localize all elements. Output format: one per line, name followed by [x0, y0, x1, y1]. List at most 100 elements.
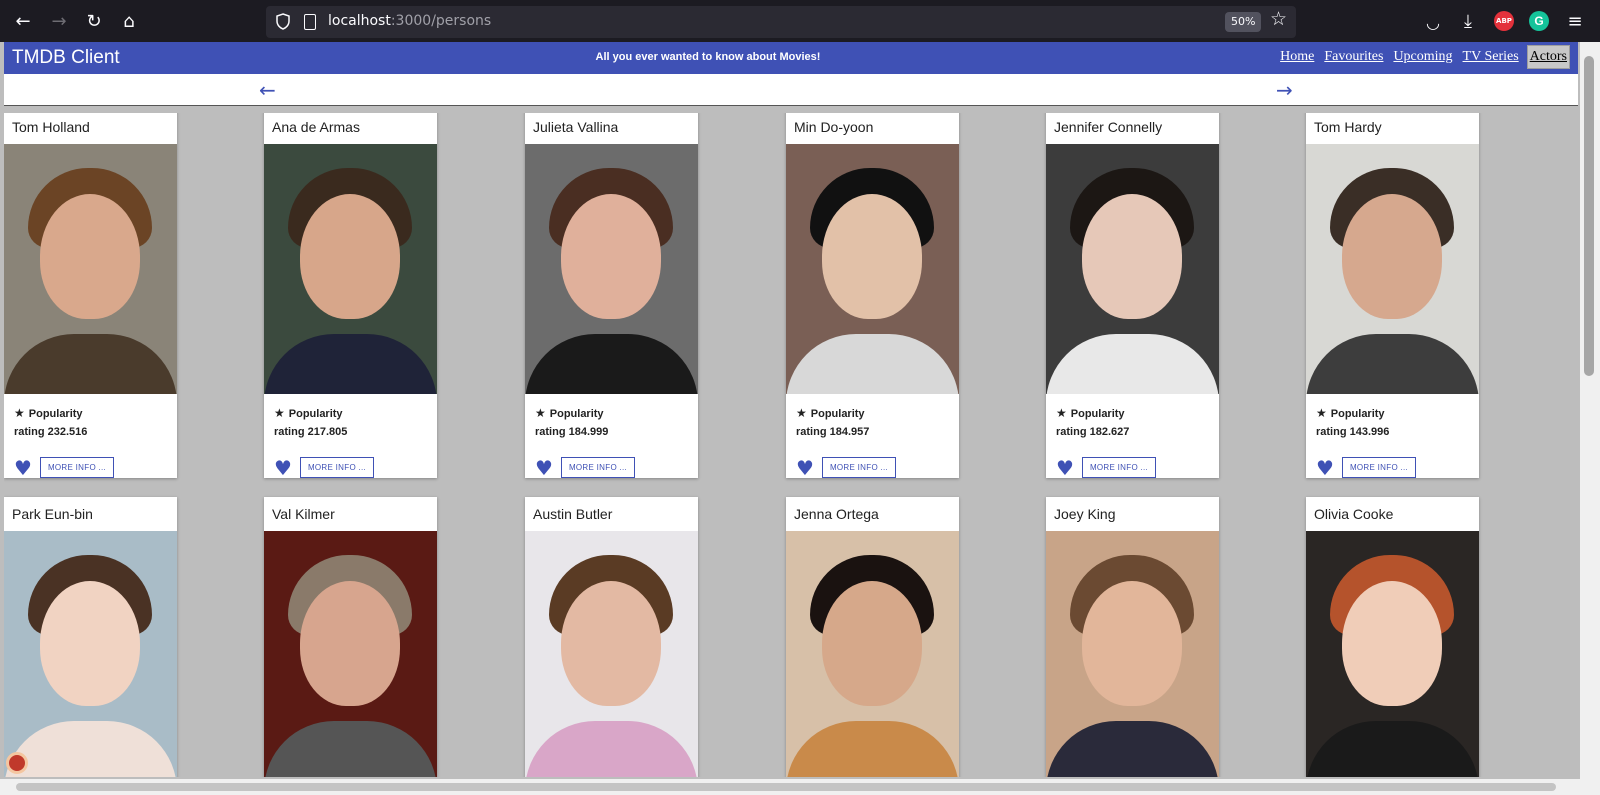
- photo-body: [525, 334, 698, 394]
- scroll-thumb[interactable]: [1584, 56, 1594, 376]
- rating-value: rating 182.627: [1056, 426, 1130, 438]
- more-info-button[interactable]: MORE INFO ...: [1341, 457, 1417, 478]
- star-icon: ★: [1056, 406, 1067, 420]
- photo-face: [822, 194, 922, 319]
- bookmark-star-icon[interactable]: ☆: [1270, 8, 1287, 30]
- star-icon: ★: [1316, 406, 1327, 420]
- react-devtools-icon[interactable]: [6, 752, 28, 774]
- actor-name: Tom Holland: [12, 119, 90, 135]
- actor-card: Jenna Ortega: [786, 497, 959, 777]
- more-info-button[interactable]: MORE INFO ...: [39, 457, 115, 478]
- photo-face: [300, 194, 400, 319]
- nav-tv-series[interactable]: TV Series: [1461, 46, 1521, 68]
- shield-icon[interactable]: [276, 13, 290, 30]
- actor-photo: [525, 531, 698, 777]
- reload-icon[interactable]: ↻: [81, 8, 107, 34]
- actor-card: Park Eun-bin: [4, 497, 177, 777]
- forward-icon[interactable]: →: [46, 8, 72, 34]
- photo-face: [40, 581, 140, 706]
- photo-body: [1306, 334, 1479, 394]
- photo-face: [300, 581, 400, 706]
- actor-name: Austin Butler: [533, 506, 613, 522]
- rating-value: rating 184.999: [535, 426, 609, 438]
- back-icon[interactable]: ←: [10, 8, 36, 34]
- actor-photo: [786, 531, 959, 777]
- nav-actors[interactable]: Actors: [1526, 45, 1570, 69]
- zoom-level[interactable]: 50%: [1225, 12, 1262, 32]
- horizontal-scrollbar[interactable]: [0, 779, 1600, 795]
- heart-icon[interactable]: ♥: [1316, 458, 1334, 478]
- more-info-button[interactable]: MORE INFO ...: [299, 457, 375, 478]
- actor-photo: [786, 144, 959, 394]
- page-icon: [304, 14, 316, 30]
- popularity-label: Popularity: [1070, 408, 1125, 420]
- actor-name: Jennifer Connelly: [1054, 119, 1163, 135]
- actor-stats: ★ Popularity rating 232.516: [4, 394, 177, 445]
- actor-stats: ★ Popularity rating 217.805: [264, 394, 437, 445]
- photo-body: [1306, 721, 1479, 777]
- photo-body: [264, 721, 437, 777]
- photo-face: [561, 581, 661, 706]
- actor-photo: [1046, 144, 1219, 394]
- app-header: TMDB Client All you ever wanted to know …: [4, 42, 1578, 74]
- actor-name: Park Eun-bin: [12, 506, 93, 522]
- card-actions: ♥ MORE INFO ...: [525, 445, 698, 486]
- next-page-arrow-icon[interactable]: →: [1276, 78, 1293, 102]
- actor-card: Austin Butler: [525, 497, 698, 777]
- heart-icon[interactable]: ♥: [535, 458, 553, 478]
- nav-favourites[interactable]: Favourites: [1322, 46, 1385, 68]
- actor-card: Ana de Armas ★ Popularity rating 217.805 ♥ MO…: [264, 113, 437, 478]
- actor-name: Ana de Armas: [272, 119, 360, 135]
- star-icon: ★: [14, 406, 25, 420]
- scroll-thumb-horizontal[interactable]: [16, 783, 1556, 791]
- photo-body: [786, 334, 959, 394]
- actor-name: Olivia Cooke: [1314, 506, 1394, 522]
- photo-body: [786, 721, 959, 777]
- download-icon[interactable]: ⤓: [1455, 8, 1481, 34]
- actor-name: Julieta Vallina: [533, 119, 619, 135]
- actors-grid: Tom Holland ★ Popularity rating 232.516 ♥ MOR…: [4, 113, 1578, 777]
- photo-body: [4, 334, 177, 394]
- photo-face: [40, 194, 140, 319]
- actor-stats: ★ Popularity rating 184.999: [525, 394, 698, 445]
- photo-body: [264, 334, 437, 394]
- actor-stats: ★ Popularity rating 184.957: [786, 394, 959, 445]
- heart-icon[interactable]: ♥: [1056, 458, 1074, 478]
- star-icon: ★: [535, 406, 546, 420]
- actor-photo: [264, 144, 437, 394]
- main-nav: Home Favourites Upcoming TV Series Actor…: [1278, 45, 1570, 69]
- vertical-scrollbar[interactable]: [1580, 42, 1600, 779]
- rating-value: rating 217.805: [274, 426, 348, 438]
- pocket-icon[interactable]: ◡: [1420, 9, 1446, 35]
- menu-icon[interactable]: ≡: [1562, 8, 1588, 34]
- photo-body: [1046, 721, 1219, 777]
- adblock-icon[interactable]: ABP: [1494, 11, 1514, 31]
- actor-card: Olivia Cooke: [1306, 497, 1479, 777]
- actor-photo: [1306, 144, 1479, 394]
- photo-body: [1046, 334, 1219, 394]
- more-info-button[interactable]: MORE INFO ...: [1081, 457, 1157, 478]
- nav-upcoming[interactable]: Upcoming: [1391, 46, 1454, 68]
- card-actions: ♥ MORE INFO ...: [264, 445, 437, 486]
- star-icon: ★: [796, 406, 807, 420]
- heart-icon[interactable]: ♥: [14, 458, 32, 478]
- more-info-button[interactable]: MORE INFO ...: [560, 457, 636, 478]
- address-bar[interactable]: localhost:3000/persons: [266, 6, 1296, 38]
- more-info-button[interactable]: MORE INFO ...: [821, 457, 897, 478]
- card-actions: ♥ MORE INFO ...: [1306, 445, 1479, 486]
- photo-face: [1342, 194, 1442, 319]
- heart-icon[interactable]: ♥: [274, 458, 292, 478]
- card-actions: ♥ MORE INFO ...: [4, 445, 177, 486]
- actor-card: Val Kilmer: [264, 497, 437, 777]
- home-icon[interactable]: ⌂: [116, 8, 142, 34]
- nav-home[interactable]: Home: [1278, 46, 1316, 68]
- actor-name: Jenna Ortega: [794, 506, 879, 522]
- actor-photo: [1046, 531, 1219, 777]
- actor-card: Joey King: [1046, 497, 1219, 777]
- grammarly-icon[interactable]: G: [1529, 11, 1549, 31]
- heart-icon[interactable]: ♥: [796, 458, 814, 478]
- prev-page-arrow-icon[interactable]: ←: [259, 78, 276, 102]
- rating-value: rating 184.957: [796, 426, 870, 438]
- actor-card: Tom Holland ★ Popularity rating 232.516 ♥ MOR…: [4, 113, 177, 478]
- url-text[interactable]: localhost:3000/persons: [328, 13, 491, 29]
